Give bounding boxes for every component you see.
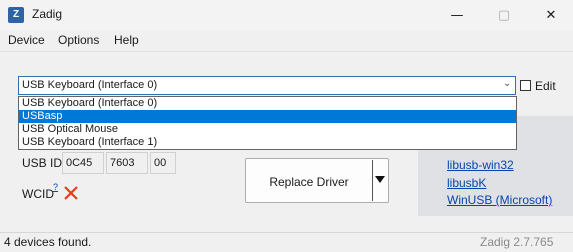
- link-libusbk[interactable]: libusbK: [447, 176, 486, 190]
- usb-mi-field[interactable]: 00: [150, 152, 176, 174]
- chevron-down-icon[interactable]: ⌄: [503, 78, 511, 89]
- x-icon: [64, 186, 78, 200]
- button-split-divider: [372, 160, 373, 201]
- status-text: 4 devices found.: [4, 235, 92, 249]
- menu-options[interactable]: Options: [58, 33, 99, 47]
- close-button[interactable]: ✕: [528, 0, 573, 31]
- dropdown-option-selected[interactable]: USBasp: [19, 110, 516, 123]
- maximize-button[interactable]: ▢: [481, 0, 527, 31]
- zadig-icon: Z: [8, 7, 24, 23]
- dropdown-option[interactable]: USB Optical Mouse: [19, 123, 516, 136]
- usb-pid-field[interactable]: 7603: [106, 152, 148, 174]
- link-libusb-win32[interactable]: libusb-win32: [447, 158, 514, 172]
- caret-down-icon[interactable]: [375, 176, 385, 183]
- wcid-label: WCID: [22, 187, 54, 201]
- link-winusb[interactable]: WinUSB (Microsoft): [447, 193, 552, 207]
- minimize-button[interactable]: —: [434, 0, 480, 31]
- version-text: Zadig 2.7.765: [480, 235, 554, 249]
- replace-driver-label[interactable]: Replace Driver: [252, 175, 366, 189]
- dropdown-option[interactable]: USB Keyboard (Interface 0): [19, 97, 516, 110]
- menu-device[interactable]: Device: [8, 33, 45, 47]
- edit-checkbox[interactable]: [520, 80, 531, 91]
- window-title: Zadig: [32, 7, 63, 21]
- menu-help[interactable]: Help: [114, 33, 139, 47]
- device-select-value: USB Keyboard (Interface 0): [22, 79, 158, 91]
- edit-checkbox-label[interactable]: Edit: [535, 79, 556, 93]
- dropdown-option[interactable]: USB Keyboard (Interface 1): [19, 136, 516, 149]
- usb-id-label: USB ID: [22, 156, 63, 170]
- wcid-help-link[interactable]: ?: [53, 182, 58, 192]
- usb-vid-field[interactable]: 0C45: [62, 152, 104, 174]
